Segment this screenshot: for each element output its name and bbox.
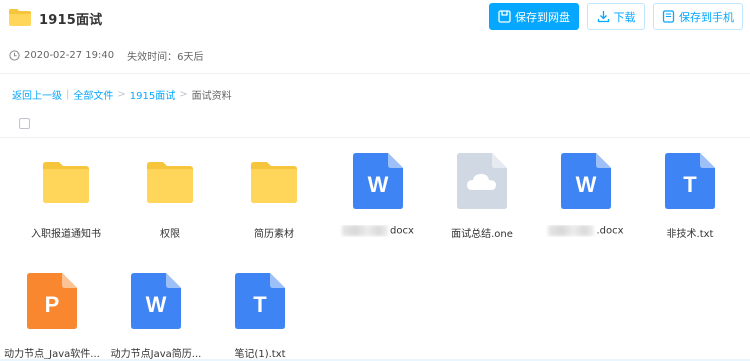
file-item[interactable]: 简历素材	[222, 145, 326, 250]
file-name: 入职报道通知书	[14, 225, 118, 240]
file-name-text: 权限	[160, 229, 180, 240]
current-folder: 面试资料	[191, 91, 232, 102]
share-datetime: 2020-02-27 19:40	[24, 50, 115, 61]
download-icon	[597, 11, 609, 23]
folder-link[interactable]: 1915面试	[130, 87, 175, 102]
file-name: 简历素材	[222, 225, 326, 240]
file-type-letter: W	[146, 292, 167, 317]
save-to-phone-label: 保存到手机	[679, 10, 734, 24]
folder-icon	[147, 162, 193, 203]
file-name-text: 入职报道通知书	[31, 229, 101, 240]
share-meta: 2020-02-27 19:40 失效时间：6天后	[9, 48, 204, 63]
file-item[interactable]: W .docx	[534, 145, 638, 250]
redacted-name	[342, 225, 389, 236]
file-name-text: 简历素材	[254, 229, 294, 240]
file-item[interactable]: Wdocx	[326, 145, 430, 250]
divider	[0, 73, 750, 74]
file-type-letter: P	[45, 292, 60, 317]
file-name: docx	[326, 225, 430, 237]
file-type-letter: W	[368, 172, 389, 197]
file-type-letter: T	[683, 172, 697, 197]
file-name-text: 面试总结.one	[451, 229, 513, 240]
text-file-icon: T	[235, 273, 285, 329]
file-type-letter: T	[253, 292, 267, 317]
header: 1915面试 保存到网盘 下载 保存到手机	[0, 0, 750, 34]
file-item[interactable]: W 动力节点Java简历...	[104, 265, 208, 361]
file-name: .docx	[534, 225, 638, 237]
breadcrumb-separator: |	[66, 89, 70, 100]
file-name: 笔记(1).txt	[208, 345, 312, 360]
file-name: 动力节点Java简历...	[104, 345, 208, 360]
file-item[interactable]: P 动力节点_Java软件...	[0, 265, 104, 361]
phone-icon	[662, 10, 675, 23]
save-icon	[498, 10, 511, 23]
folder-icon	[43, 162, 89, 203]
expire-time: 失效时间：6天后	[127, 52, 204, 63]
breadcrumb: 返回上一级 | 全部文件 > 1915面试 > 面试资料	[12, 87, 232, 102]
all-files-link[interactable]: 全部文件	[73, 87, 113, 102]
save-to-phone-button[interactable]: 保存到手机	[653, 3, 743, 30]
file-item[interactable]: 面试总结.one	[430, 145, 534, 250]
folder-icon	[251, 162, 297, 203]
file-item[interactable]: 权限	[118, 145, 222, 250]
text-file-icon: T	[665, 153, 715, 209]
file-item[interactable]: T 笔记(1).txt	[208, 265, 312, 361]
file-name-text: .docx	[596, 225, 624, 237]
file-name-text: 非技术.txt	[666, 229, 714, 240]
page-title: 1915面试	[39, 13, 103, 28]
save-to-cloud-label: 保存到网盘	[515, 10, 570, 24]
word-file-icon: W	[131, 273, 181, 329]
clock-icon	[9, 50, 20, 61]
file-name: 面试总结.one	[430, 225, 534, 240]
breadcrumb-arrow: >	[117, 89, 126, 100]
select-all-checkbox[interactable]	[19, 118, 30, 129]
word-file-icon: W	[353, 153, 403, 209]
download-button[interactable]: 下载	[587, 3, 645, 30]
file-name-text: docx	[390, 225, 414, 237]
back-link[interactable]: 返回上一级	[12, 87, 62, 102]
divider	[0, 137, 750, 138]
breadcrumb-arrow: >	[179, 89, 188, 100]
word-file-icon: W	[561, 153, 611, 209]
folder-icon	[9, 9, 31, 26]
file-item[interactable]: 入职报道通知书	[14, 145, 118, 250]
redacted-name	[548, 225, 595, 236]
file-item[interactable]: T 非技术.txt	[638, 145, 742, 250]
save-to-cloud-button[interactable]: 保存到网盘	[489, 3, 579, 30]
file-name: 非技术.txt	[638, 225, 742, 240]
cloud-file-icon	[457, 153, 507, 209]
file-name: 权限	[118, 225, 222, 240]
file-name: 动力节点_Java软件...	[0, 345, 104, 360]
ppt-file-icon: P	[27, 273, 77, 329]
download-label: 下载	[613, 10, 636, 24]
file-type-letter: W	[576, 172, 597, 197]
